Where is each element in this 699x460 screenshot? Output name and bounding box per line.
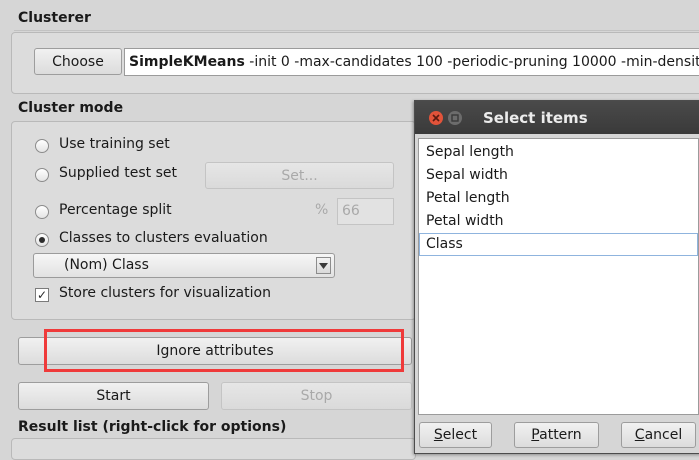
- select-items-dialog: Select items Sepal length Sepal width Pe…: [414, 100, 699, 454]
- algorithm-name: SimpleKMeans: [129, 54, 245, 70]
- supplied-test-set-label: Supplied test set: [59, 165, 177, 181]
- attribute-list[interactable]: Sepal length Sepal width Petal length Pe…: [418, 138, 699, 415]
- select-button-label: Select: [433, 427, 478, 443]
- algorithm-options: -init 0 -max-candidates 100 -periodic-pr…: [249, 54, 699, 70]
- percent-symbol: %: [315, 202, 329, 218]
- store-clusters-checkbox[interactable]: ✓: [35, 288, 49, 302]
- pattern-button-label: Pattern: [531, 427, 582, 443]
- choose-button[interactable]: Choose: [34, 48, 122, 75]
- list-item[interactable]: Class: [419, 233, 698, 256]
- percentage-field[interactable]: 66: [337, 198, 394, 225]
- dialog-title-bar[interactable]: Select items: [415, 101, 699, 134]
- cancel-button-label: Cancel: [634, 427, 683, 443]
- highlight-annotation: [44, 329, 404, 372]
- class-attribute-select-value: (Nom) Class: [64, 257, 149, 273]
- set-button[interactable]: Set...: [205, 162, 394, 189]
- chevron-down-icon[interactable]: [316, 257, 331, 274]
- use-training-set-radio[interactable]: [35, 139, 49, 153]
- list-item[interactable]: Petal length: [419, 187, 698, 210]
- clusterer-command-line[interactable]: SimpleKMeans -init 0 -max-candidates 100…: [124, 48, 699, 76]
- list-item[interactable]: Sepal length: [419, 141, 698, 164]
- class-attribute-select[interactable]: (Nom) Class: [33, 253, 335, 278]
- use-training-set-label: Use training set: [59, 136, 170, 152]
- cancel-button[interactable]: Cancel: [621, 422, 696, 448]
- result-list-title: Result list (right-click for options): [18, 419, 287, 435]
- select-button[interactable]: Select: [419, 422, 492, 448]
- store-clusters-label: Store clusters for visualization: [59, 285, 271, 301]
- list-item[interactable]: Petal width: [419, 210, 698, 233]
- percentage-split-radio[interactable]: [35, 205, 49, 219]
- clusterer-divider: [14, 30, 699, 31]
- list-item[interactable]: Sepal width: [419, 164, 698, 187]
- percentage-split-label: Percentage split: [59, 202, 172, 218]
- stop-button[interactable]: Stop: [221, 382, 412, 410]
- dialog-title: Select items: [483, 109, 588, 127]
- cluster-mode-section-title: Cluster mode: [18, 100, 124, 116]
- classes-to-clusters-label: Classes to clusters evaluation: [59, 230, 268, 246]
- supplied-test-set-radio[interactable]: [35, 168, 49, 182]
- clusterer-section-title: Clusterer: [18, 10, 91, 26]
- start-button[interactable]: Start: [18, 382, 209, 410]
- pattern-button[interactable]: Pattern: [514, 422, 599, 448]
- maximize-icon[interactable]: [448, 111, 462, 125]
- close-icon[interactable]: [429, 111, 443, 125]
- result-list-panel: [11, 438, 416, 460]
- classes-to-clusters-radio[interactable]: [35, 233, 49, 247]
